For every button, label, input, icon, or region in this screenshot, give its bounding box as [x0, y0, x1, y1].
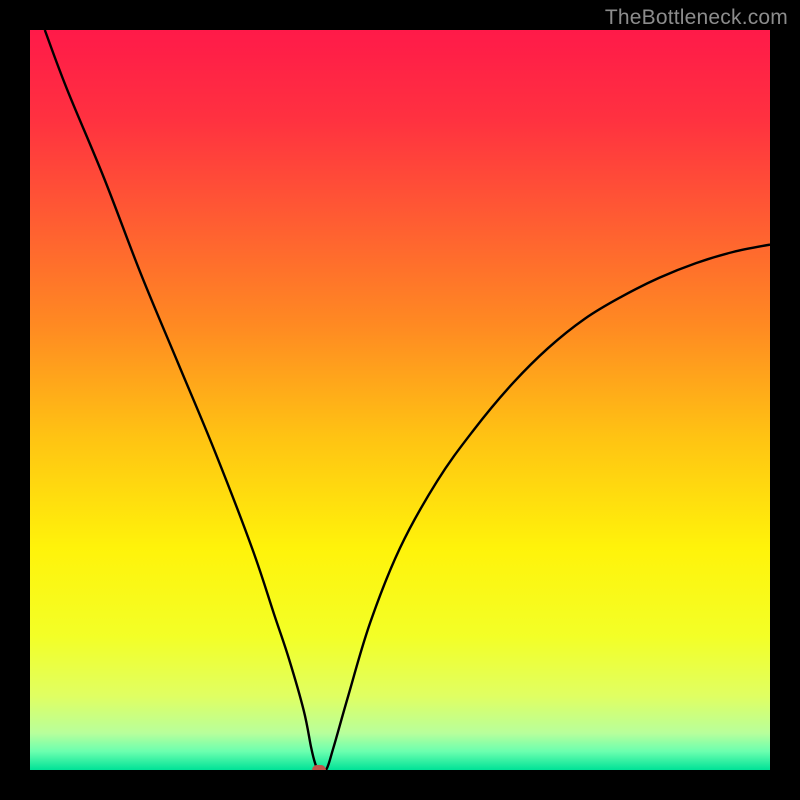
curve-layer	[30, 30, 770, 770]
chart-frame: TheBottleneck.com	[0, 0, 800, 800]
plot-area	[30, 30, 770, 770]
watermark-text: TheBottleneck.com	[605, 6, 788, 30]
bottleneck-curve	[45, 30, 770, 770]
optimal-point-marker	[312, 765, 326, 770]
